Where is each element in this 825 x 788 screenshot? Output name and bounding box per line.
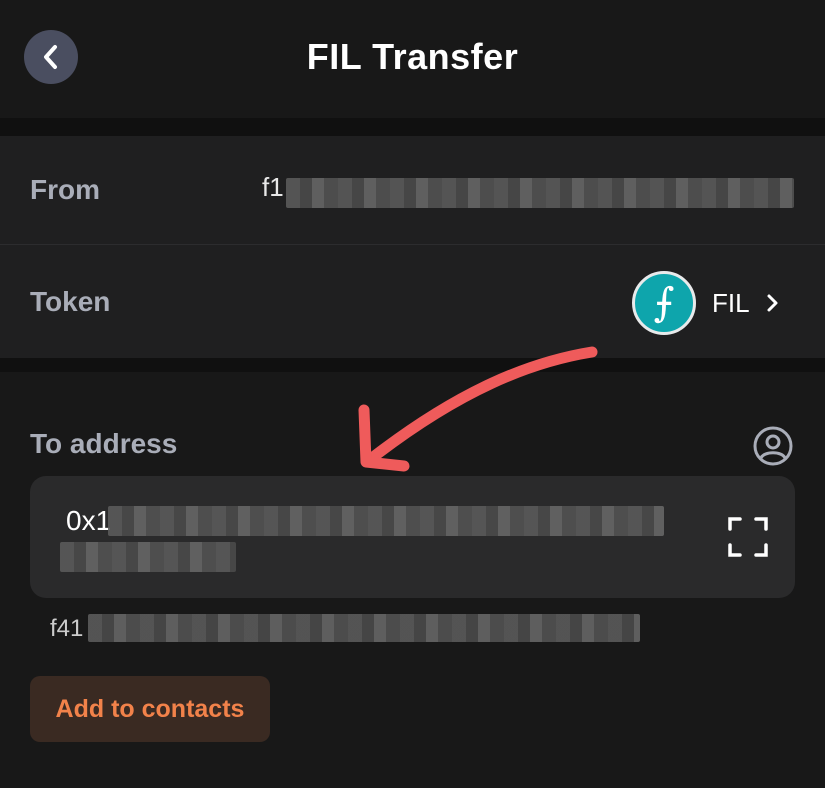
chevron-right-icon — [767, 294, 778, 312]
row-divider — [0, 244, 825, 245]
annotation-arrow-icon — [358, 346, 598, 472]
section-separator — [0, 118, 825, 136]
person-circle-icon[interactable] — [752, 425, 794, 467]
to-address-redacted-line1 — [108, 506, 664, 536]
to-address-redacted-line2 — [60, 542, 236, 572]
token-selector[interactable]: ⨍ FIL — [632, 270, 780, 336]
add-to-contacts-button[interactable]: Add to contacts — [30, 676, 270, 742]
to-address-label: To address — [30, 428, 178, 459]
scan-icon[interactable] — [727, 516, 769, 558]
token-name: FIL — [712, 287, 750, 318]
from-address-prefix: f1 — [262, 172, 284, 202]
page-title: FIL Transfer — [306, 36, 519, 77]
from-address-redacted — [286, 178, 794, 208]
header-bar: FIL Transfer — [0, 0, 825, 118]
to-address-prefix: 0x1 — [66, 505, 112, 536]
fil-logo-icon: ⨍ — [632, 271, 696, 335]
converted-address-prefix: f41 — [50, 615, 84, 642]
token-label: Token — [30, 286, 111, 317]
converted-address-redacted — [88, 614, 640, 642]
from-address-value: f1 — [262, 172, 284, 203]
from-label: From — [30, 174, 100, 205]
to-address-input[interactable] — [30, 476, 795, 598]
